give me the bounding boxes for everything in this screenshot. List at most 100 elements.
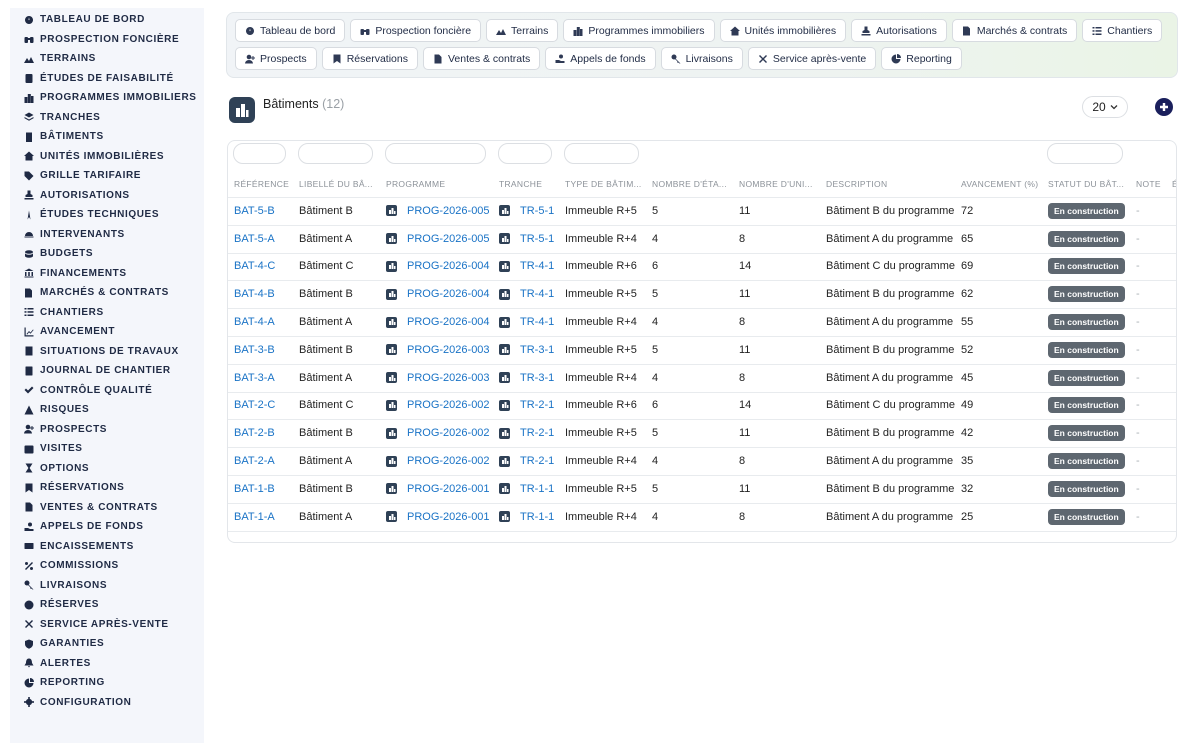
nav-button-service-apres-vente[interactable]: Service après-vente xyxy=(747,47,877,70)
programme-link[interactable]: PROG-2026-004 xyxy=(407,316,490,328)
sidebar-item-financements[interactable]: FINANCEMENTS xyxy=(10,264,204,284)
column-filter-input[interactable] xyxy=(564,143,639,164)
sidebar-item-marches-and-contrats[interactable]: MARCHÉS & CONTRATS xyxy=(10,283,204,303)
column-header[interactable]: PROGRAMME xyxy=(386,171,494,197)
tranche-link[interactable]: TR-2-1 xyxy=(520,427,554,439)
programme-link[interactable]: PROG-2026-004 xyxy=(407,288,490,300)
programme-link[interactable]: PROG-2026-005 xyxy=(407,205,490,217)
column-filter-input[interactable] xyxy=(298,143,373,164)
programme-link[interactable]: PROG-2026-005 xyxy=(407,233,490,245)
sidebar-item-batiments[interactable]: BÂTIMENTS xyxy=(10,127,204,147)
sidebar-item-chantiers[interactable]: CHANTIERS xyxy=(10,303,204,323)
nav-button-livraisons[interactable]: Livraisons xyxy=(660,47,743,70)
sidebar-item-ventes-and-contrats[interactable]: VENTES & CONTRATS xyxy=(10,498,204,518)
tranche-link[interactable]: TR-1-1 xyxy=(520,483,554,495)
column-filter-input[interactable] xyxy=(1047,143,1123,164)
programme-link[interactable]: PROG-2026-002 xyxy=(407,399,490,411)
sidebar-item-garanties[interactable]: GARANTIES xyxy=(10,634,204,654)
sidebar-item-unites-immobilieres[interactable]: UNITÉS IMMOBILIÈRES xyxy=(10,147,204,167)
sidebar-item-avancement[interactable]: AVANCEMENT xyxy=(10,322,204,342)
tranche-link[interactable]: TR-3-1 xyxy=(520,344,554,356)
tranche-link[interactable]: TR-2-1 xyxy=(520,399,554,411)
column-header[interactable]: TYPE DE BÂTIM... xyxy=(565,171,647,197)
nav-button-appels-de-fonds[interactable]: Appels de fonds xyxy=(545,47,656,70)
reference-link[interactable]: BAT-2-C xyxy=(234,399,275,411)
column-header[interactable]: NOTE xyxy=(1136,171,1170,197)
reference-link[interactable]: BAT-4-B xyxy=(234,288,275,300)
reference-link[interactable]: BAT-2-B xyxy=(234,427,275,439)
column-header[interactable]: NOMBRE D'UNI... xyxy=(739,171,821,197)
nav-button-tableau-de-bord[interactable]: Tableau de bord xyxy=(235,19,346,42)
programme-link[interactable]: PROG-2026-001 xyxy=(407,483,490,495)
column-header[interactable]: NOMBRE D'ÉTA... xyxy=(652,171,734,197)
column-header[interactable]: RÉFÉRENCE xyxy=(234,171,294,197)
sidebar-item-grille-tarifaire[interactable]: GRILLE TARIFAIRE xyxy=(10,166,204,186)
sidebar-item-tranches[interactable]: TRANCHES xyxy=(10,108,204,128)
reference-link[interactable]: BAT-5-B xyxy=(234,205,275,217)
nav-button-programmes-immobiliers[interactable]: Programmes immobiliers xyxy=(563,19,715,42)
nav-button-reporting[interactable]: Reporting xyxy=(881,47,962,70)
reference-link[interactable]: BAT-4-C xyxy=(234,260,275,272)
tranche-link[interactable]: TR-5-1 xyxy=(520,205,554,217)
sidebar-item-livraisons[interactable]: LIVRAISONS xyxy=(10,576,204,596)
sidebar-item-tableau-de-bord[interactable]: TABLEAU DE BORD xyxy=(10,10,204,30)
reference-link[interactable]: BAT-1-A xyxy=(234,511,275,523)
add-button[interactable] xyxy=(1155,98,1173,116)
sidebar-item-etudes-techniques[interactable]: ÉTUDES TECHNIQUES xyxy=(10,205,204,225)
nav-button-terrains[interactable]: Terrains xyxy=(486,19,559,42)
reference-link[interactable]: BAT-3-A xyxy=(234,372,275,384)
nav-button-unites-immobilieres[interactable]: Unités immobilières xyxy=(719,19,847,42)
programme-link[interactable]: PROG-2026-004 xyxy=(407,260,490,272)
reference-link[interactable]: BAT-4-A xyxy=(234,316,275,328)
sidebar-item-encaissements[interactable]: ENCAISSEMENTS xyxy=(10,537,204,557)
nav-button-autorisations[interactable]: Autorisations xyxy=(851,19,947,42)
sidebar-item-options[interactable]: OPTIONS xyxy=(10,459,204,479)
reference-link[interactable]: BAT-1-B xyxy=(234,483,275,495)
column-filter-input[interactable] xyxy=(498,143,552,164)
tranche-link[interactable]: TR-1-1 xyxy=(520,511,554,523)
tranche-link[interactable]: TR-5-1 xyxy=(520,233,554,245)
nav-button-prospects[interactable]: Prospects xyxy=(235,47,317,70)
sidebar-item-prospects[interactable]: PROSPECTS xyxy=(10,420,204,440)
programme-link[interactable]: PROG-2026-003 xyxy=(407,344,490,356)
nav-button-chantiers[interactable]: Chantiers xyxy=(1082,19,1163,42)
nav-button-marches-and-contrats[interactable]: Marchés & contrats xyxy=(951,19,1078,42)
reference-link[interactable]: BAT-2-A xyxy=(234,455,275,467)
sidebar-item-journal-de-chantier[interactable]: JOURNAL DE CHANTIER xyxy=(10,361,204,381)
tranche-link[interactable]: TR-3-1 xyxy=(520,372,554,384)
reference-link[interactable]: BAT-5-A xyxy=(234,233,275,245)
nav-button-prospection-fonciere[interactable]: Prospection foncière xyxy=(350,19,482,42)
programme-link[interactable]: PROG-2026-001 xyxy=(407,511,490,523)
sidebar-item-autorisations[interactable]: AUTORISATIONS xyxy=(10,186,204,206)
nav-button-ventes-and-contrats[interactable]: Ventes & contrats xyxy=(422,47,541,70)
sidebar-item-intervenants[interactable]: INTERVENANTS xyxy=(10,225,204,245)
reference-link[interactable]: BAT-3-B xyxy=(234,344,275,356)
column-header[interactable]: TRANCHE xyxy=(499,171,559,197)
sidebar-item-reporting[interactable]: REPORTING xyxy=(10,673,204,693)
sidebar-item-terrains[interactable]: TERRAINS xyxy=(10,49,204,69)
sidebar-item-budgets[interactable]: BUDGETS xyxy=(10,244,204,264)
sidebar-item-prospection-fonciere[interactable]: PROSPECTION FONCIÈRE xyxy=(10,30,204,50)
programme-link[interactable]: PROG-2026-002 xyxy=(407,455,490,467)
column-header[interactable]: STATUT DU BÂT... xyxy=(1048,171,1133,197)
sidebar-item-commissions[interactable]: COMMISSIONS xyxy=(10,556,204,576)
programme-link[interactable]: PROG-2026-003 xyxy=(407,372,490,384)
column-header[interactable]: É xyxy=(1172,171,1176,197)
tranche-link[interactable]: TR-2-1 xyxy=(520,455,554,467)
column-header[interactable]: DESCRIPTION xyxy=(826,171,956,197)
sidebar-item-appels-de-fonds[interactable]: APPELS DE FONDS xyxy=(10,517,204,537)
column-filter-input[interactable] xyxy=(385,143,486,164)
column-header[interactable]: AVANCEMENT (%) xyxy=(961,171,1043,197)
sidebar-item-configuration[interactable]: CONFIGURATION xyxy=(10,693,204,713)
sidebar-item-etudes-de-faisabilite[interactable]: ÉTUDES DE FAISABILITÉ xyxy=(10,69,204,89)
tranche-link[interactable]: TR-4-1 xyxy=(520,316,554,328)
sidebar-item-visites[interactable]: VISITES xyxy=(10,439,204,459)
sidebar-item-situations-de-travaux[interactable]: SITUATIONS DE TRAVAUX xyxy=(10,342,204,362)
programme-link[interactable]: PROG-2026-002 xyxy=(407,427,490,439)
sidebar-item-reserves[interactable]: RÉSERVES xyxy=(10,595,204,615)
page-size-select[interactable]: 20 xyxy=(1082,96,1128,118)
tranche-link[interactable]: TR-4-1 xyxy=(520,288,554,300)
sidebar-item-risques[interactable]: RISQUES xyxy=(10,400,204,420)
nav-button-reservations[interactable]: Réservations xyxy=(321,47,418,70)
tranche-link[interactable]: TR-4-1 xyxy=(520,260,554,272)
